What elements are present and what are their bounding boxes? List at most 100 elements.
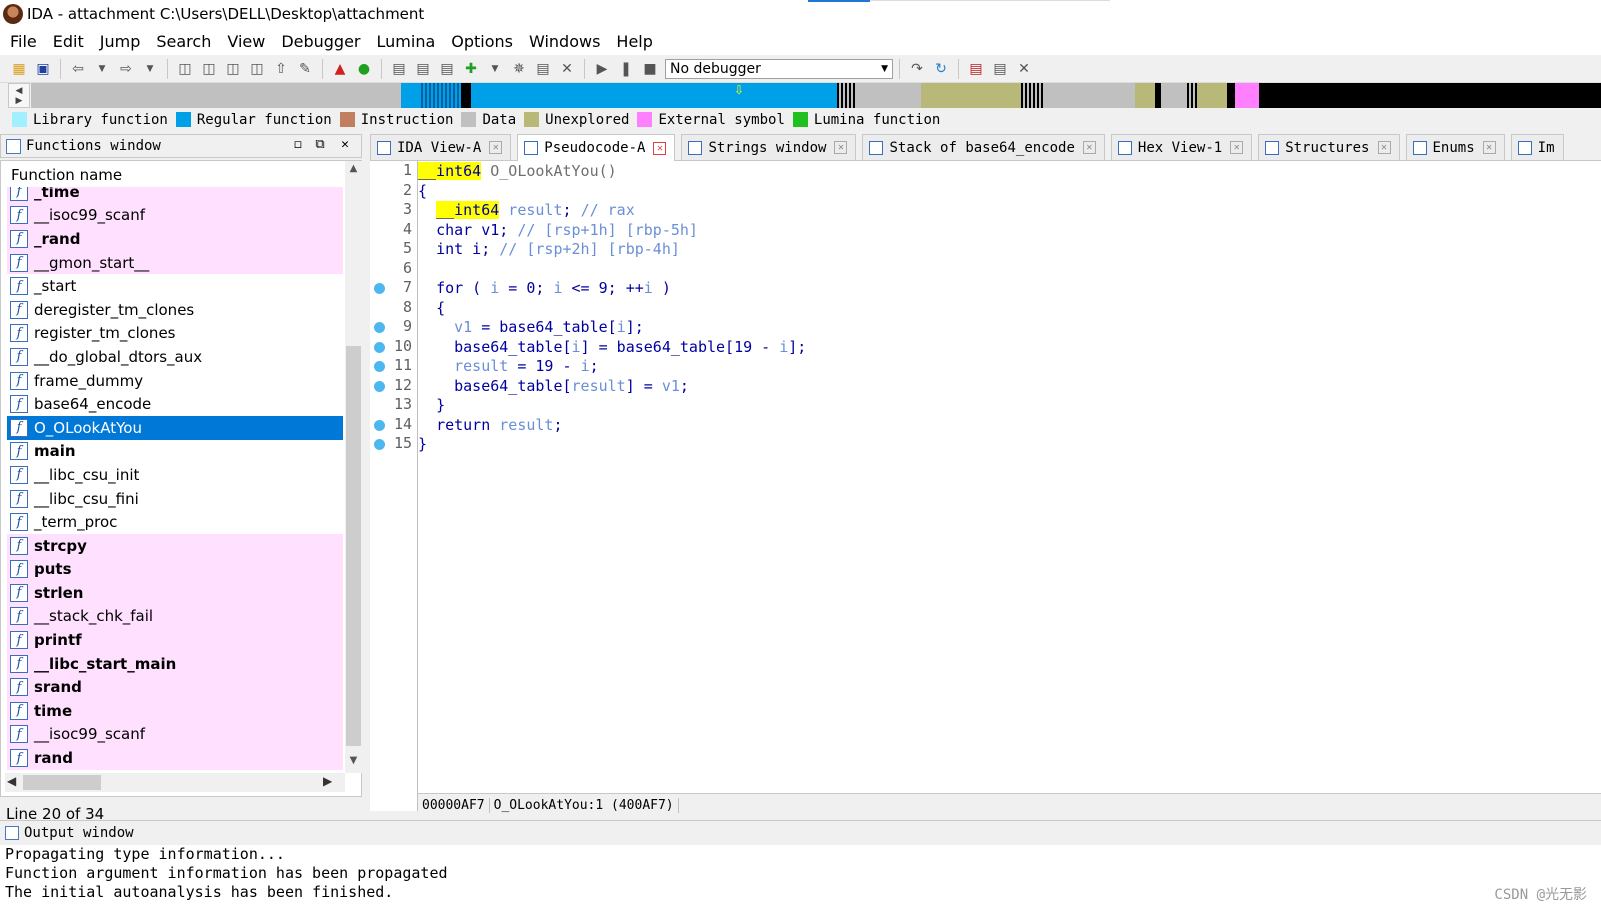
code-line[interactable]: base64_table[i] = base64_table[19 - i]; bbox=[418, 337, 806, 357]
script-icon[interactable]: ✎ bbox=[294, 59, 316, 79]
function-row[interactable]: f strlen bbox=[7, 581, 343, 605]
warning-icon[interactable]: ▲ bbox=[329, 59, 351, 79]
code-text[interactable]: ; bbox=[680, 377, 689, 395]
function-row[interactable]: f __gmon_start__ bbox=[7, 250, 343, 275]
code-text[interactable]: } bbox=[418, 435, 427, 453]
code-text[interactable]: ; bbox=[590, 357, 599, 375]
make-string-icon[interactable]: ▤ bbox=[436, 59, 458, 79]
code-line[interactable]: base64_table[result] = v1; bbox=[418, 376, 689, 396]
variable-token[interactable]: v1 bbox=[454, 318, 472, 336]
breakpoint-dot-icon[interactable] bbox=[374, 342, 385, 353]
close-icon[interactable]: ✕ bbox=[1482, 141, 1496, 154]
function-row[interactable]: f __isoc99_scanf bbox=[7, 203, 343, 228]
code-text[interactable]: = 19 - bbox=[508, 357, 580, 375]
forward-arrow-icon[interactable]: ⇨ bbox=[115, 59, 137, 79]
breakpoint-dot-icon[interactable] bbox=[374, 361, 385, 372]
variable-token[interactable]: i bbox=[779, 338, 788, 356]
code-text[interactable]: base64_table[ bbox=[454, 377, 571, 395]
chevron-down-icon[interactable]: ▼ bbox=[139, 59, 161, 79]
function-row[interactable]: f frame_dummy bbox=[7, 369, 343, 393]
search-imm-icon[interactable]: ◫ bbox=[222, 59, 244, 79]
code-line[interactable]: return result; bbox=[418, 415, 562, 435]
open-folder-icon[interactable]: ▦ bbox=[8, 59, 30, 79]
code-text[interactable]: = base64_table[ bbox=[472, 318, 616, 336]
menu-help[interactable]: Help bbox=[608, 32, 660, 51]
tab-stack-of-base64-encode[interactable]: Stack of base64_encode ✕ bbox=[862, 134, 1105, 160]
struct-icon[interactable]: ▤ bbox=[532, 59, 554, 79]
function-row[interactable]: f base64_encode bbox=[7, 392, 343, 416]
green-circle-icon[interactable]: ● bbox=[353, 59, 375, 79]
code-text[interactable]: <= 9; ++ bbox=[563, 279, 644, 297]
close-icon[interactable]: ✕ bbox=[336, 137, 354, 152]
type-token[interactable]: __int64 bbox=[418, 162, 482, 180]
variable-token[interactable]: result bbox=[499, 416, 553, 434]
scroll-down-icon[interactable]: ▼ bbox=[345, 755, 362, 772]
code-line[interactable]: int i; // [rsp+2h] [rbp-4h] bbox=[418, 239, 680, 259]
search-binoculars-icon[interactable]: ◫ bbox=[174, 59, 196, 79]
function-row[interactable]: f O_OLookAtYou bbox=[7, 415, 343, 440]
type-token[interactable]: __int64 bbox=[436, 201, 500, 219]
variable-token[interactable]: i bbox=[644, 279, 653, 297]
pseudocode-view[interactable]: 1 2 3 4 5 6 7 8 9 10 11 12 13 14 15 __int64 O_OLookAtY… bbox=[370, 161, 1601, 811]
navigation-band[interactable]: ◀ ▶ ⇩ bbox=[0, 83, 1601, 108]
breakpoint-dot-icon[interactable] bbox=[374, 381, 385, 392]
code-text[interactable]: ) bbox=[653, 279, 671, 297]
patch-icon[interactable]: ✵ bbox=[508, 59, 530, 79]
breakpoint-dot-icon[interactable] bbox=[374, 322, 385, 333]
function-row[interactable]: f register_tm_clones bbox=[7, 322, 343, 346]
search-next-icon[interactable]: ◫ bbox=[246, 59, 268, 79]
code-line[interactable]: } bbox=[418, 434, 427, 454]
code-text[interactable]: int i; bbox=[436, 240, 499, 258]
close-icon[interactable]: ✕ bbox=[1082, 141, 1096, 154]
nav-band-strip[interactable]: ⇩ bbox=[31, 83, 1601, 108]
code-line[interactable]: for ( i = 0; i <= 9; ++i ) bbox=[418, 278, 671, 298]
code-text[interactable]: ] = bbox=[626, 377, 662, 395]
code-text[interactable]: base64_table[ bbox=[454, 338, 571, 356]
debugger-select[interactable]: No debugger ▼ bbox=[665, 58, 893, 79]
code-text[interactable]: ]; bbox=[626, 318, 644, 336]
back-arrow-icon[interactable]: ⇦ bbox=[67, 59, 89, 79]
close-icon[interactable]: ✕ bbox=[653, 141, 667, 155]
variable-token[interactable]: result bbox=[572, 377, 626, 395]
code-line[interactable]: char v1; // [rsp+1h] [rbp-5h] bbox=[418, 220, 698, 240]
function-row[interactable]: f deregister_tm_clones bbox=[7, 298, 343, 322]
code-text[interactable]: } bbox=[436, 396, 445, 414]
play-icon[interactable]: ▶ bbox=[591, 59, 613, 79]
scroll-left-icon[interactable]: ◀ bbox=[7, 774, 16, 788]
code-text[interactable]: return bbox=[436, 416, 499, 434]
scroll-up-icon[interactable]: ▲ bbox=[345, 163, 362, 180]
function-row[interactable]: f strcpy bbox=[7, 533, 343, 558]
code-text[interactable]: ; bbox=[553, 416, 562, 434]
code-line[interactable]: { bbox=[418, 298, 445, 318]
function-row[interactable]: f puts bbox=[7, 557, 343, 582]
close-x-icon[interactable]: ✕ bbox=[556, 59, 578, 79]
menu-lumina[interactable]: Lumina bbox=[369, 32, 444, 51]
code-line[interactable]: v1 = base64_table[i]; bbox=[418, 317, 644, 337]
function-row[interactable]: f rand bbox=[7, 746, 343, 770]
tab-strings-window[interactable]: Strings window ✕ bbox=[681, 134, 857, 160]
code-text[interactable]: ]; bbox=[788, 338, 806, 356]
step-over-icon[interactable]: ↻ bbox=[930, 59, 952, 79]
functions-vertical-scrollbar[interactable]: ▲ ▼ bbox=[345, 161, 362, 773]
add-plus-icon[interactable]: ✚ bbox=[460, 59, 482, 79]
code-text[interactable]: char v1; bbox=[436, 221, 517, 239]
code-text[interactable]: for ( bbox=[436, 279, 490, 297]
menu-file[interactable]: File bbox=[2, 32, 45, 51]
code-line[interactable]: result = 19 - i; bbox=[418, 356, 599, 376]
menu-search[interactable]: Search bbox=[148, 32, 219, 51]
code-line[interactable]: __int64 result; // rax bbox=[418, 200, 635, 220]
scroll-right-icon[interactable]: ▶ bbox=[323, 774, 332, 788]
maximize-icon[interactable]: ◻ bbox=[289, 137, 307, 152]
scrollbar-thumb[interactable] bbox=[23, 775, 101, 790]
code-text[interactable]: O_OLookAtYou() bbox=[481, 162, 616, 180]
step-into-icon[interactable]: ↷ bbox=[906, 59, 928, 79]
function-row[interactable]: f __stack_chk_fail bbox=[7, 604, 343, 629]
float-window-icon[interactable]: ⧉ bbox=[311, 137, 329, 152]
function-row[interactable]: f srand bbox=[7, 675, 343, 700]
function-row[interactable]: f __libc_start_main bbox=[7, 651, 343, 676]
breakpoint-dot-icon[interactable] bbox=[374, 439, 385, 450]
code-text[interactable]: ; bbox=[563, 201, 581, 219]
save-icon[interactable]: ▣ bbox=[32, 59, 54, 79]
chevron-down-icon[interactable]: ▼ bbox=[484, 59, 506, 79]
menu-options[interactable]: Options bbox=[443, 32, 521, 51]
